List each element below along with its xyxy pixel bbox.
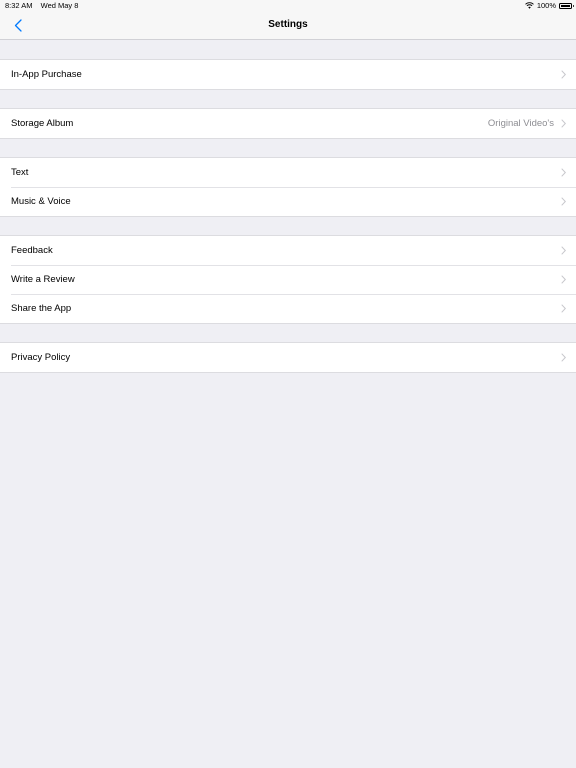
settings-group-feedback: Feedback Write a Review Share the App: [0, 235, 576, 324]
settings-row-feedback[interactable]: Feedback: [0, 236, 576, 265]
row-label: In-App Purchase: [11, 69, 82, 80]
page-title: Settings: [268, 19, 308, 30]
settings-group-media: Text Music & Voice: [0, 157, 576, 217]
status-right: 100%: [524, 0, 574, 11]
wifi-icon: [524, 2, 534, 9]
chevron-right-icon: [561, 197, 566, 206]
settings-row-write-review[interactable]: Write a Review: [0, 265, 576, 294]
status-bar: 8:32 AM Wed May 8 100%: [0, 0, 576, 11]
settings-row-share-app[interactable]: Share the App: [0, 294, 576, 323]
settings-row-privacy-policy[interactable]: Privacy Policy: [0, 343, 576, 372]
settings-group-legal: Privacy Policy: [0, 342, 576, 373]
row-label: Text: [11, 167, 29, 178]
chevron-right-icon: [561, 304, 566, 313]
settings-row-in-app-purchase[interactable]: In-App Purchase: [0, 60, 576, 89]
status-date: Wed May 8: [40, 1, 79, 10]
chevron-right-icon: [561, 275, 566, 284]
chevron-right-icon: [561, 119, 566, 128]
settings-group-storage: Storage Album Original Video's: [0, 108, 576, 139]
row-label: Privacy Policy: [11, 352, 71, 363]
status-time: 8:32 AM: [5, 1, 33, 10]
battery-percent: 100%: [536, 1, 556, 10]
row-label: Storage Album: [11, 118, 74, 129]
row-label: Feedback: [11, 245, 53, 256]
row-label: Write a Review: [11, 274, 75, 285]
settings-row-text[interactable]: Text: [0, 158, 576, 187]
row-label: Share the App: [11, 303, 72, 314]
chevron-right-icon: [561, 168, 566, 177]
nav-bar: Settings: [0, 11, 576, 40]
chevron-right-icon: [561, 353, 566, 362]
row-detail-value: Original Video's: [487, 118, 554, 129]
settings-row-storage-album[interactable]: Storage Album Original Video's: [0, 109, 576, 138]
chevron-right-icon: [561, 70, 566, 79]
chevron-right-icon: [561, 246, 566, 255]
settings-group-purchase: In-App Purchase: [0, 59, 576, 90]
row-label: Music & Voice: [11, 196, 71, 207]
status-left: 8:32 AM Wed May 8: [5, 0, 78, 11]
battery-icon: [559, 2, 574, 9]
settings-row-music-voice[interactable]: Music & Voice: [0, 187, 576, 216]
